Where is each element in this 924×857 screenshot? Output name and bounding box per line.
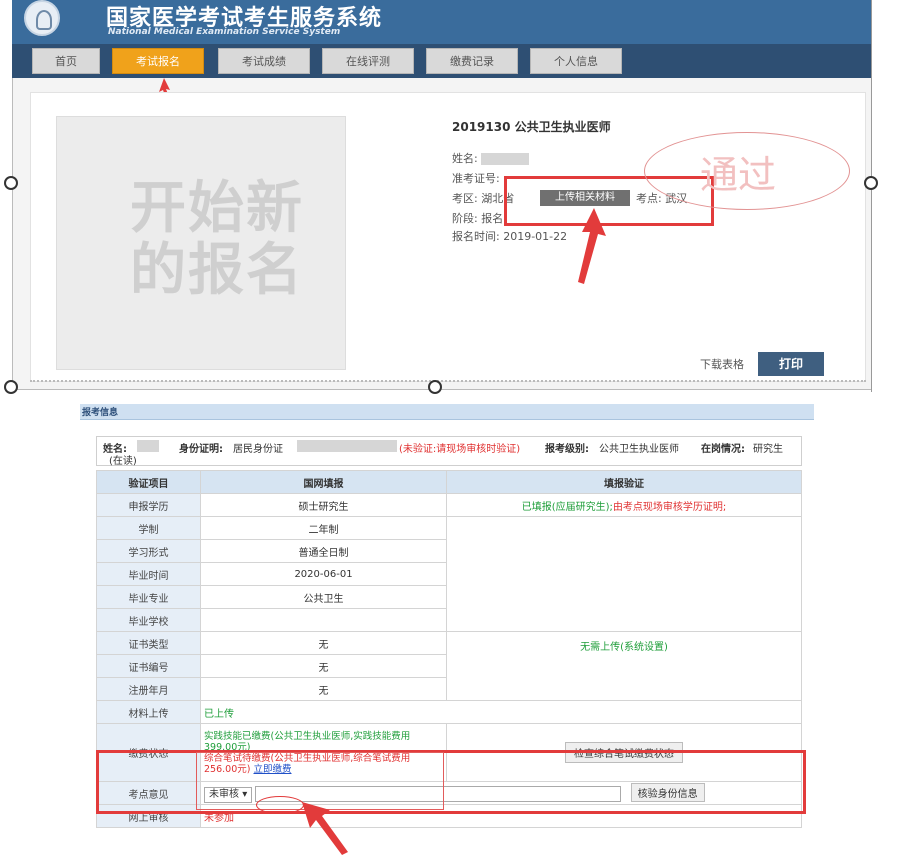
nav-online-assessment[interactable]: 在线评测 [322, 48, 414, 74]
exam-time-row: 报名时间: 2019-01-22 [452, 228, 567, 244]
row-value: 二年制 [200, 516, 447, 540]
id-label: 身份证明: [179, 444, 223, 455]
exam-stage-row: 阶段: 报名 [452, 210, 503, 226]
row-value: 公共卫生 [200, 585, 447, 609]
table-row: 证书类型 无 无需上传(系统设置) [96, 631, 802, 701]
exam-name-row: 姓名: [452, 150, 530, 166]
stage-label: 阶段: [452, 212, 478, 225]
person-status: (在读) [109, 456, 137, 467]
header-item: 验证项目 [96, 470, 201, 494]
exam-title: 2019130 公共卫生执业医师 [452, 120, 611, 134]
row-value: 硕士研究生 [200, 493, 447, 517]
level-value: 公共卫生执业医师 [599, 444, 679, 455]
edu-verify-red: 由考点现场审核学历证明; [612, 501, 727, 513]
empty-verify-cell [446, 516, 802, 632]
redacted-name [481, 153, 530, 165]
row-label: 申报学历 [96, 493, 201, 517]
nav-home[interactable]: 首页 [32, 48, 100, 74]
time-label: 报名时间: [452, 230, 500, 243]
region-label: 考区: [452, 192, 478, 205]
id-warning: (未验证:请现场审核时验证) [399, 444, 521, 455]
row-value: 无 [200, 631, 447, 655]
row-label: 学制 [96, 516, 201, 540]
edu-verify-green: 已填报(应届研究生); [521, 501, 613, 513]
highlight-circle-pay-now [256, 796, 304, 814]
exam-ticket-row: 准考证号: [452, 170, 500, 186]
resize-handle-left[interactable] [4, 176, 18, 190]
row-label: 毕业时间 [96, 562, 201, 586]
frame-edge [871, 0, 872, 392]
pass-stamp: 通过 [700, 153, 777, 197]
new-registration-label: 开始新的报名 [130, 176, 304, 303]
nav-payment-records[interactable]: 缴费记录 [426, 48, 518, 74]
table-row: 材料上传 已上传 [96, 700, 802, 724]
resize-handle-bottom[interactable] [428, 380, 442, 394]
annotation-arrow-up-icon [578, 208, 606, 284]
nav-exam-registration[interactable]: 考试报名 [112, 48, 204, 74]
divider [30, 380, 866, 382]
row-label: 毕业专业 [96, 585, 201, 609]
emblem-logo [24, 0, 60, 36]
table-row: 申报学历 硕士研究生 已填报(应届研究生);由考点现场审核学历证明; [96, 493, 802, 517]
site-subtitle: National Medical Examination Service Sys… [108, 27, 341, 37]
section-header: 报考信息 [80, 404, 814, 420]
row-value [200, 608, 447, 632]
time-value: 2019-01-22 [503, 230, 568, 243]
level-label: 报考级别: [545, 444, 589, 455]
redacted-id [297, 440, 397, 452]
row-label: 证书类型 [96, 631, 201, 655]
row-value: 无 [200, 677, 447, 701]
download-form-link[interactable]: 下载表格 [700, 356, 744, 372]
print-button[interactable]: 打印 [758, 352, 824, 376]
row-value: 2020-06-01 [200, 562, 447, 586]
job-label: 在岗情况: [701, 444, 745, 455]
ticket-label: 准考证号: [452, 172, 500, 185]
resize-handle-right[interactable] [864, 176, 878, 190]
stage-value: 报名 [481, 212, 504, 225]
row-label: 学习形式 [96, 539, 201, 563]
id-type: 居民身份证 [233, 444, 283, 455]
table-header-row: 验证项目 国网填报 填报验证 [96, 470, 802, 494]
table-row: 学制 二年制 [96, 516, 802, 632]
resize-handle-bottom-left[interactable] [4, 380, 18, 394]
person-summary: 姓名: (在读) 身份证明: 居民身份证 (未验证:请现场审核时验证) 报考级别… [96, 436, 802, 467]
row-label: 证书编号 [96, 654, 201, 678]
section-title: 报考信息 [82, 408, 119, 418]
name-label: 姓名: [452, 152, 478, 165]
cert-verify: 无需上传(系统设置) [446, 631, 802, 701]
row-label: 注册年月 [96, 677, 201, 701]
row-value: 普通全日制 [200, 539, 447, 563]
annotation-arrow-up-left-icon [302, 802, 348, 855]
registration-panel: 国家医学考试考生服务系统 National Medical Examinatio… [0, 0, 924, 394]
material-value: 已上传 [200, 700, 802, 724]
nav-personal-info[interactable]: 个人信息 [530, 48, 622, 74]
edu-verify: 已填报(应届研究生);由考点现场审核学历证明; [446, 493, 802, 517]
material-label: 材料上传 [96, 700, 201, 724]
redacted-name [137, 440, 159, 452]
nav-exam-scores[interactable]: 考试成绩 [218, 48, 310, 74]
header-verification: 填报验证 [446, 470, 802, 494]
row-label: 毕业学校 [96, 608, 201, 632]
header-submitted: 国网填报 [200, 470, 447, 494]
row-value: 无 [200, 654, 447, 678]
job-value: 研究生 [753, 444, 783, 455]
